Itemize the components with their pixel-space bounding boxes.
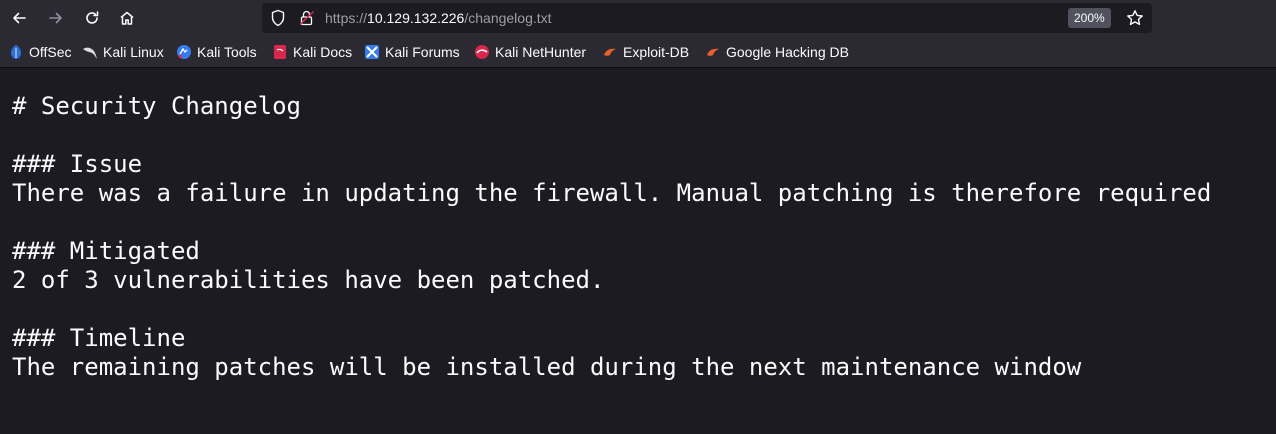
bookmark-label: Exploit-DB: [623, 44, 690, 60]
plain-text-document: # Security Changelog ### Issue There was…: [12, 92, 1211, 382]
forward-button[interactable]: [42, 4, 70, 32]
mitigated-text: 2 of 3 vulnerabilities have been patched…: [12, 266, 605, 294]
zoom-level-button[interactable]: 200%: [1068, 8, 1111, 28]
bookmark-star-icon[interactable]: [1126, 9, 1144, 31]
kali-dragon-icon: [82, 44, 98, 60]
kali-docs-icon: [272, 44, 288, 60]
exploit-db-icon: [602, 44, 618, 60]
kali-forums-icon: [364, 44, 380, 60]
arrow-left-icon: [13, 12, 26, 24]
bookmark-kali-forums[interactable]: Kali Forums: [364, 43, 460, 61]
bookmark-kali-linux[interactable]: Kali Linux: [82, 43, 164, 61]
home-icon: [120, 11, 134, 25]
section-heading-issue: ### Issue: [12, 150, 143, 178]
issue-text: There was a failure in updating the fire…: [12, 179, 1212, 207]
doc-title: # Security Changelog: [12, 92, 301, 120]
bookmark-label: Kali Forums: [385, 44, 460, 60]
reload-button[interactable]: [78, 4, 106, 32]
page-content: # Security Changelog ### Issue There was…: [0, 68, 1276, 434]
address-bar[interactable]: https://10.129.132.226/changelog.txt 200…: [262, 3, 1152, 33]
bookmark-kali-nethunter[interactable]: Kali NetHunter: [474, 43, 586, 61]
bookmark-kali-tools[interactable]: Kali Tools: [176, 43, 257, 61]
bookmarks-toolbar: OffSec Kali Linux Kali Tools Kali Docs K…: [0, 36, 1276, 68]
bookmark-kali-docs[interactable]: Kali Docs: [272, 43, 352, 61]
bookmark-label: Kali Docs: [293, 44, 353, 60]
bookmark-google-hacking-db[interactable]: Google Hacking DB: [705, 43, 849, 61]
bookmark-label: Kali Tools: [197, 44, 257, 60]
ghdb-icon: [705, 44, 721, 60]
navigation-toolbar: https://10.129.132.226/changelog.txt 200…: [0, 0, 1276, 36]
reload-icon: [86, 11, 99, 24]
browser-window: https://10.129.132.226/changelog.txt 200…: [0, 0, 1276, 434]
section-heading-mitigated: ### Mitigated: [12, 237, 200, 265]
url-host: 10.129.132.226: [367, 10, 465, 26]
back-button[interactable]: [5, 4, 33, 32]
arrow-right-icon: [49, 12, 62, 24]
bookmark-exploit-db[interactable]: Exploit-DB: [602, 43, 689, 61]
section-heading-timeline: ### Timeline: [12, 324, 186, 352]
home-button[interactable]: [113, 4, 141, 32]
site-info-lock-icon[interactable]: [298, 9, 316, 31]
offsec-icon: [8, 44, 24, 60]
url-scheme: https://: [325, 10, 368, 26]
tracking-protection-shield-icon[interactable]: [270, 9, 286, 31]
bookmark-offsec[interactable]: OffSec: [8, 43, 72, 61]
bookmark-label: Kali Linux: [103, 44, 164, 60]
bookmark-label: OffSec: [29, 44, 72, 60]
url-path: /changelog.txt: [464, 10, 552, 26]
kali-nethunter-icon: [474, 44, 490, 60]
bookmark-label: Kali NetHunter: [495, 44, 587, 60]
bookmark-label: Google Hacking DB: [726, 44, 849, 60]
timeline-text: The remaining patches will be installed …: [12, 353, 1082, 381]
kali-tools-icon: [176, 44, 192, 60]
url-text[interactable]: https://10.129.132.226/changelog.txt: [325, 9, 552, 27]
